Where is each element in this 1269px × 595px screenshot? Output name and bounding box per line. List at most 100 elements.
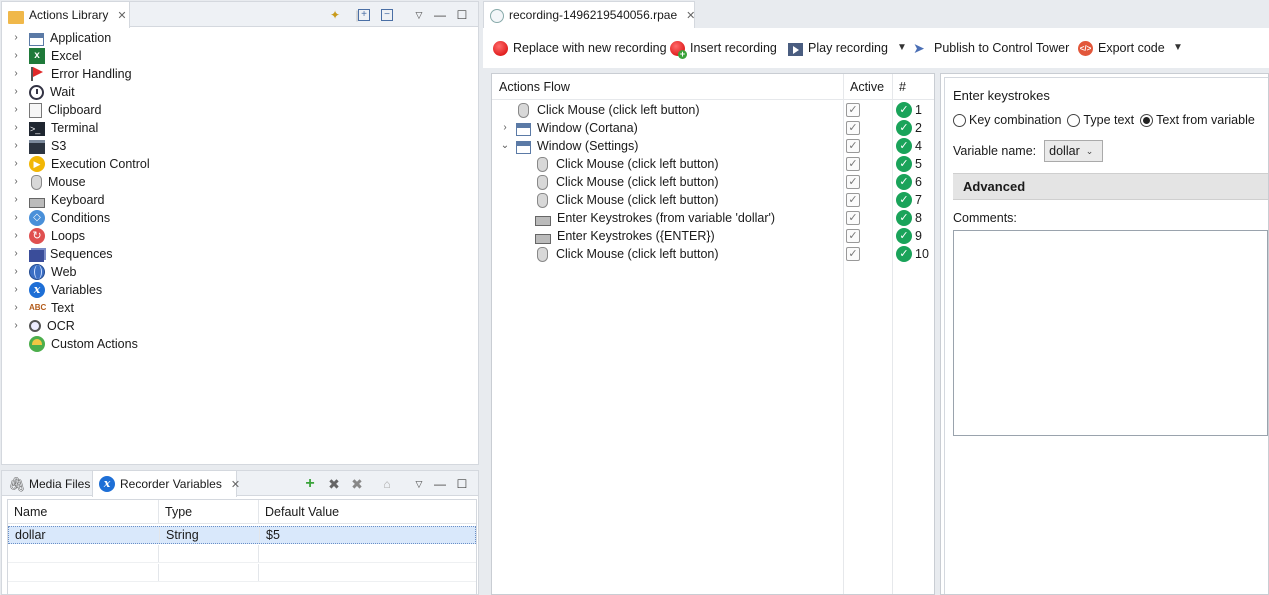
table-row[interactable]: Click Mouse (click left button) ✓ ✓ 1 — [492, 101, 934, 119]
chevron-right-icon[interactable]: › — [10, 266, 22, 278]
active-checkbox[interactable]: ✓ — [846, 211, 860, 225]
maximize-icon[interactable]: ☐ — [454, 476, 470, 492]
active-checkbox[interactable]: ✓ — [846, 157, 860, 171]
variable-name-select[interactable]: dollar ⌄ — [1044, 140, 1104, 162]
active-checkbox[interactable]: ✓ — [846, 139, 860, 153]
add-variable-icon[interactable]: + — [302, 475, 318, 492]
column-header-default-value[interactable]: Default Value — [259, 500, 477, 523]
library-item-excel[interactable]: › x Excel — [2, 47, 82, 65]
play-recording-button[interactable]: Play recording — [788, 39, 888, 57]
export-options-chevron-down-icon[interactable]: ▼ — [1173, 39, 1183, 57]
table-row[interactable]: ⌄ Window (Settings) ✓ ✓ 4 — [492, 137, 934, 155]
variable-default-cell[interactable]: $5 — [260, 527, 478, 543]
table-row[interactable]: Click Mouse (click left button) ✓ ✓ 7 — [492, 191, 934, 209]
chevron-right-icon[interactable]: › — [10, 176, 22, 188]
tab-actions-library[interactable]: Actions Library ✕ — [2, 2, 130, 28]
close-icon[interactable]: ✕ — [231, 478, 240, 491]
replace-recording-button[interactable]: Replace with new recording — [493, 39, 667, 57]
table-row[interactable]: Enter Keystrokes ({ENTER}) ✓ ✓ 9 — [492, 227, 934, 245]
chevron-right-icon[interactable]: › — [10, 68, 22, 80]
library-item-text[interactable]: › ABC Text — [2, 299, 74, 317]
insert-recording-button[interactable]: Insert recording — [670, 39, 777, 59]
view-menu-chevron-down-icon[interactable]: ▽ — [411, 7, 427, 23]
table-row[interactable]: › Window (Cortana) ✓ ✓ 2 — [492, 119, 934, 137]
maximize-icon[interactable]: ☐ — [454, 7, 470, 23]
radio-key-combination[interactable]: Key combination — [953, 113, 1061, 127]
chevron-right-icon[interactable]: › — [499, 122, 511, 133]
chevron-right-icon[interactable]: › — [10, 104, 22, 116]
table-row[interactable]: Click Mouse (click left button) ✓ ✓ 10 — [492, 245, 934, 263]
active-checkbox[interactable]: ✓ — [846, 229, 860, 243]
import-icon[interactable]: ⌂ — [379, 476, 395, 492]
minimize-icon[interactable]: — — [432, 7, 448, 23]
library-item-variables[interactable]: › x Variables — [2, 281, 102, 299]
chevron-right-icon[interactable]: › — [10, 158, 22, 170]
view-menu-chevron-down-icon[interactable]: ▽ — [411, 476, 427, 492]
library-item-keyboard[interactable]: › Keyboard — [2, 191, 105, 209]
library-item-ocr[interactable]: › OCR — [2, 317, 74, 335]
active-checkbox[interactable]: ✓ — [846, 121, 860, 135]
close-icon[interactable]: ✕ — [686, 9, 695, 22]
column-header-name[interactable]: Name — [8, 500, 159, 523]
active-checkbox[interactable]: ✓ — [846, 247, 860, 261]
chevron-right-icon[interactable]: › — [10, 122, 22, 134]
table-row[interactable]: Click Mouse (click left button) ✓ ✓ 6 — [492, 173, 934, 191]
radio-type-text[interactable]: Type text — [1067, 113, 1134, 127]
tab-recording-file[interactable]: recording-1496219540056.rpae ✕ — [483, 1, 695, 28]
chevron-right-icon[interactable]: › — [10, 230, 22, 242]
publish-button[interactable]: ➤ Publish to Control Tower — [913, 39, 1069, 57]
chevron-right-icon[interactable]: › — [10, 284, 22, 296]
delete-all-variables-icon[interactable]: ✖ — [349, 476, 365, 492]
collapse-icon[interactable]: − — [381, 9, 393, 21]
comments-textarea[interactable] — [953, 230, 1268, 436]
collapse-all-icon[interactable]: ✦ — [327, 7, 343, 23]
delete-variable-icon[interactable]: ✖ — [326, 476, 342, 492]
radio-button[interactable] — [953, 113, 966, 127]
variable-name-cell[interactable]: dollar — [9, 527, 160, 543]
library-item-s3[interactable]: › S3 — [2, 137, 66, 155]
library-item-terminal[interactable]: › >_ Terminal — [2, 119, 98, 137]
expand-all-icon[interactable]: + — [358, 9, 370, 21]
play-options-chevron-down-icon[interactable]: ▼ — [897, 39, 907, 57]
tab-recorder-variables[interactable]: x Recorder Variables ✕ — [92, 471, 240, 497]
table-row[interactable]: Click Mouse (click left button) ✓ ✓ 5 — [492, 155, 934, 173]
chevron-right-icon[interactable]: › — [10, 194, 22, 206]
chevron-right-icon[interactable]: › — [10, 86, 22, 98]
variable-type-cell[interactable]: String — [160, 527, 260, 543]
table-row[interactable]: dollar String $5 — [8, 526, 476, 544]
library-item-web[interactable]: › Web — [2, 263, 76, 281]
library-item-loops[interactable]: › ↻ Loops — [2, 227, 85, 245]
export-code-button[interactable]: </> Export code — [1078, 39, 1165, 57]
column-header-number[interactable]: # — [892, 74, 934, 100]
chevron-right-icon[interactable]: › — [10, 140, 22, 152]
active-checkbox[interactable]: ✓ — [846, 193, 860, 207]
chevron-down-icon[interactable]: ⌄ — [499, 140, 511, 151]
chevron-right-icon[interactable]: › — [10, 320, 22, 332]
library-item-conditions[interactable]: › ◇ Conditions — [2, 209, 110, 227]
chevron-right-icon[interactable]: › — [10, 32, 22, 44]
close-icon[interactable]: ✕ — [117, 9, 126, 22]
column-header-type[interactable]: Type — [159, 500, 259, 523]
library-item-mouse[interactable]: › Mouse — [2, 173, 86, 191]
table-row[interactable]: Enter Keystrokes (from variable 'dollar'… — [492, 209, 934, 227]
radio-button[interactable] — [1067, 113, 1081, 127]
advanced-section-header[interactable]: Advanced — [953, 173, 1268, 200]
radio-button-selected[interactable] — [1140, 113, 1154, 127]
library-item-sequences[interactable]: › Sequences — [2, 245, 113, 263]
chevron-right-icon[interactable]: › — [10, 50, 22, 62]
column-header-actions-flow[interactable]: Actions Flow — [492, 74, 843, 100]
library-item-execution-control[interactable]: › ▶ Execution Control — [2, 155, 150, 173]
active-checkbox[interactable]: ✓ — [846, 175, 860, 189]
library-item-clipboard[interactable]: › Clipboard — [2, 101, 102, 119]
chevron-right-icon[interactable]: › — [10, 248, 22, 260]
library-item-error-handling[interactable]: › Error Handling — [2, 65, 132, 83]
active-checkbox[interactable]: ✓ — [846, 103, 860, 117]
minimize-icon[interactable]: — — [432, 476, 448, 492]
library-item-application[interactable]: › Application — [2, 29, 111, 47]
chevron-right-icon[interactable]: › — [10, 212, 22, 224]
library-item-wait[interactable]: › Wait — [2, 83, 75, 101]
chevron-right-icon[interactable]: › — [10, 302, 22, 314]
library-item-custom-actions[interactable]: Custom Actions — [2, 335, 138, 353]
column-header-active[interactable]: Active — [843, 74, 892, 100]
tab-media-files[interactable]: 🖇 Media Files — [2, 471, 92, 496]
